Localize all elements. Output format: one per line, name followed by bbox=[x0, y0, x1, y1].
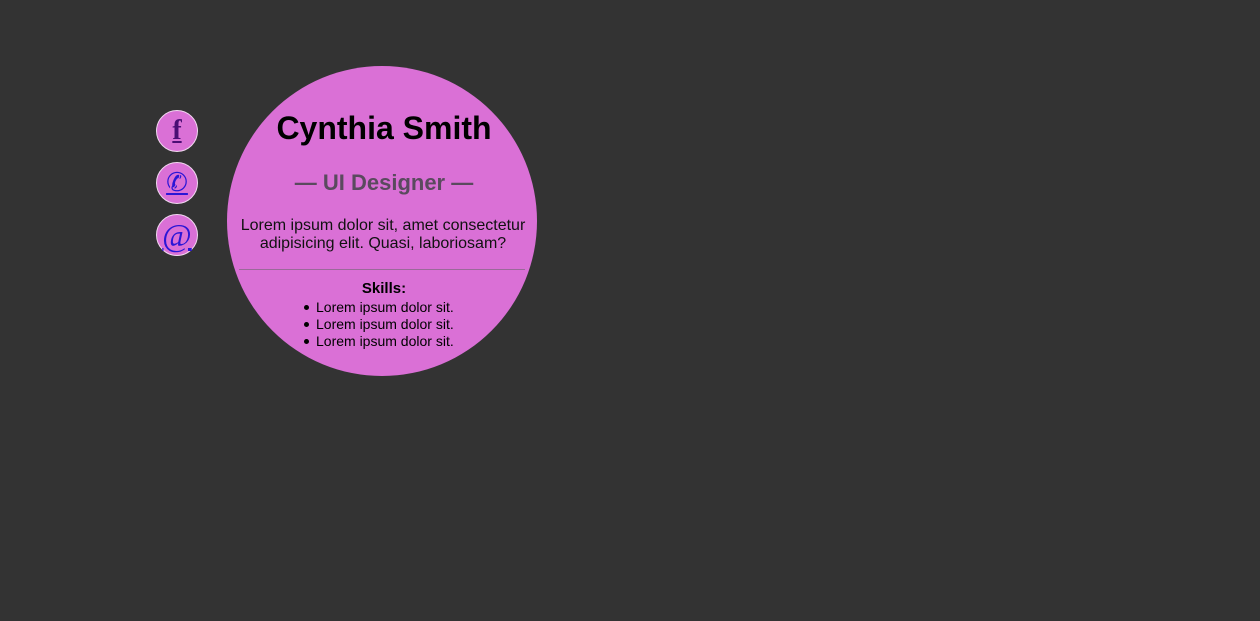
divider bbox=[239, 269, 525, 270]
facebook-icon: f bbox=[172, 115, 182, 146]
phone-link[interactable]: ✆ bbox=[156, 162, 198, 204]
profile-card: Cynthia Smith — UI Designer — Lorem ipsu… bbox=[227, 66, 537, 376]
page: f ✆ @ Cynthia Smith — UI Designer — Lore… bbox=[0, 0, 1260, 621]
skills-list: Lorem ipsum dolor sit. Lorem ipsum dolor… bbox=[304, 299, 454, 350]
skill-item: Lorem ipsum dolor sit. bbox=[304, 299, 454, 315]
skills-title: Skills: bbox=[361, 280, 407, 297]
phone-icon: ✆ bbox=[166, 168, 188, 197]
profile-name: Cynthia Smith bbox=[276, 110, 492, 146]
profile-role: — UI Designer — bbox=[294, 170, 474, 195]
profile-bio: Lorem ipsum dolor sit, amet consectetur … bbox=[240, 217, 526, 252]
skill-item: Lorem ipsum dolor sit. bbox=[304, 333, 454, 349]
facebook-link[interactable]: f bbox=[156, 110, 198, 152]
skill-item: Lorem ipsum dolor sit. bbox=[304, 316, 454, 332]
at-sign-icon: @ bbox=[162, 217, 192, 253]
social-links: f ✆ @ bbox=[156, 110, 198, 266]
email-link[interactable]: @ bbox=[156, 214, 198, 256]
